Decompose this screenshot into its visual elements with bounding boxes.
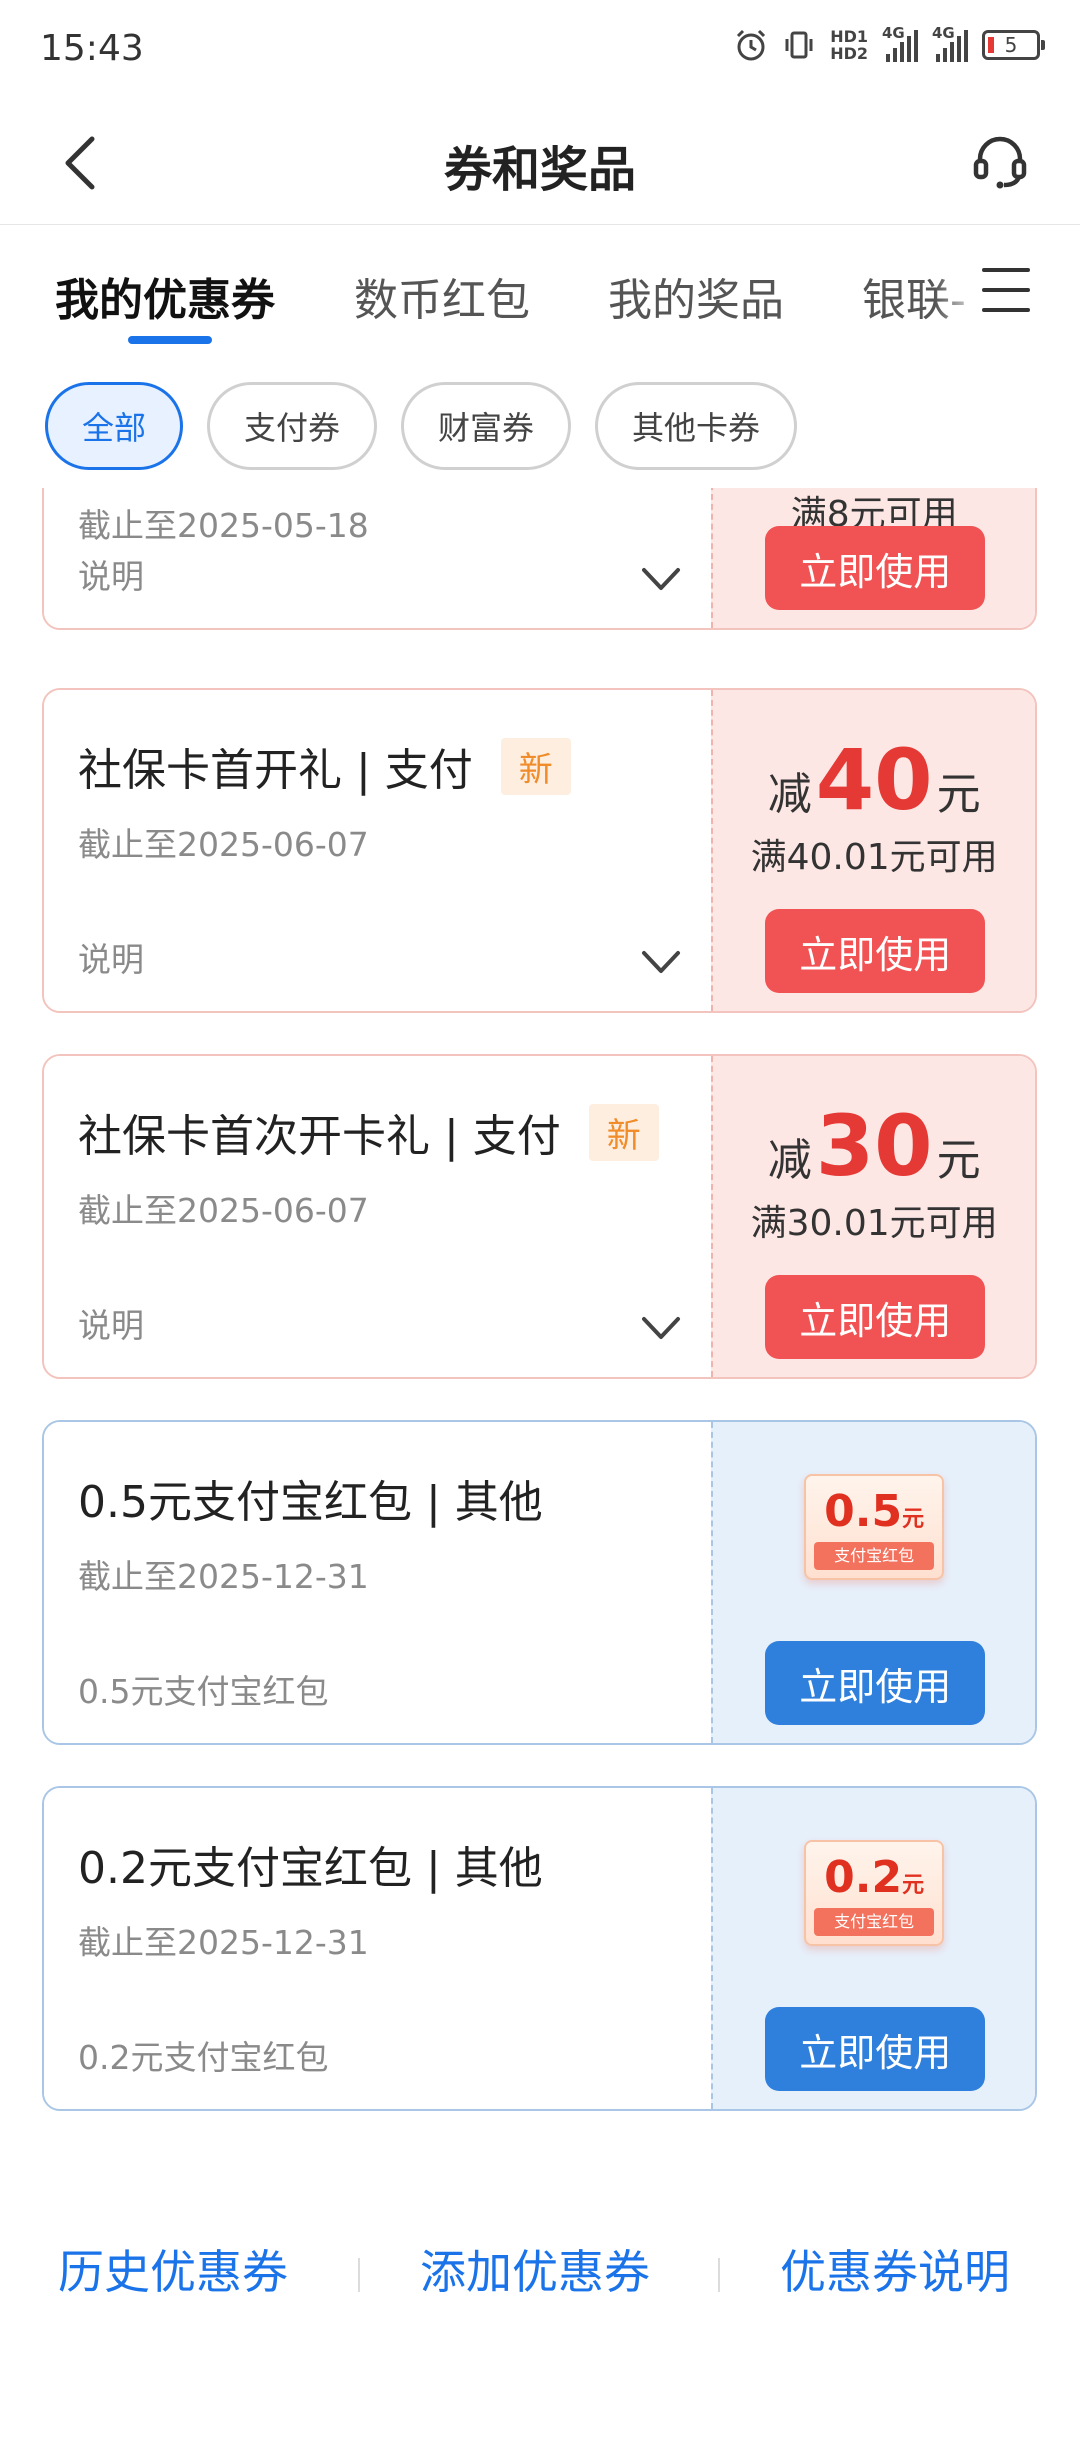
add-coupon-link[interactable]: 添加优惠券 [420, 2236, 650, 2302]
coupon-info: 0.2元支付宝红包 | 其他 截止至2025-12-31 0.2元支付宝红包 [44, 1788, 712, 2109]
chevron-down-icon[interactable] [641, 947, 681, 977]
history-coupons-link[interactable]: 历史优惠券 [58, 2236, 288, 2302]
coupon-amount: 减 40 元 [767, 731, 981, 829]
coupon-deadline: 截止至2025-06-07 [78, 1191, 369, 1230]
red-packet-icon: 0.2元 支付宝红包 [804, 1840, 945, 1946]
hd-icon: HD1 HD2 [830, 27, 868, 63]
footer-divider [718, 2258, 720, 2292]
chevron-down-icon[interactable] [641, 1313, 681, 1343]
tab-my-prizes[interactable]: 我的奖品 [608, 264, 784, 328]
vibrate-icon [785, 31, 813, 59]
filter-wealth[interactable]: 财富券 [401, 382, 572, 470]
coupon-info: 0.5元支付宝红包 | 其他 截止至2025-12-31 0.5元支付宝红包 [44, 1422, 712, 1743]
chevron-down-icon[interactable] [641, 564, 681, 594]
alarm-icon [737, 29, 766, 61]
coupon-condition: 满30.01元可用 [750, 1203, 998, 1244]
filter-other-cards[interactable]: 其他卡券 [595, 382, 798, 470]
coupon-description: 0.2元支付宝红包 [78, 2038, 329, 2077]
coupon-title: 0.5元支付宝红包 | 其他 [78, 1477, 543, 1528]
footer-divider [358, 2258, 360, 2292]
footer-links: 历史优惠券 添加优惠券 优惠券说明 [0, 2220, 1080, 2310]
signal-icon: 4G [932, 24, 968, 62]
coupon-title: 社保卡首开礼 | 支付 新 [78, 734, 571, 798]
page-title: 券和奖品 [443, 142, 636, 198]
coupon-card: 0.5元支付宝红包 | 其他 截止至2025-12-31 0.5元支付宝红包 0… [42, 1420, 1037, 1745]
coupon-deadline: 截止至2025-12-31 [78, 1923, 369, 1962]
coupon-deadline: 截止至2025-12-31 [78, 1557, 369, 1596]
coupon-card: 截止至2025-05-18 说明 满8元可用 立即使用 [42, 488, 1037, 630]
filter-chips: 全部 支付券 财富券 其他卡券 [45, 382, 798, 470]
coupon-action: 减 40 元 满40.01元可用 立即使用 [711, 690, 1035, 1011]
coupon-description: 说明 [78, 1306, 144, 1345]
red-packet-icon: 0.5元 支付宝红包 [804, 1474, 945, 1580]
customer-service-button[interactable] [965, 126, 1035, 196]
use-now-button[interactable]: 立即使用 [765, 2007, 986, 2091]
coupon-card: 0.2元支付宝红包 | 其他 截止至2025-12-31 0.2元支付宝红包 0… [42, 1786, 1037, 2111]
battery-icon: 5 [982, 30, 1045, 60]
filter-payment[interactable]: 支付券 [207, 382, 378, 470]
coupon-description: 说明 [78, 940, 144, 979]
tab-active-indicator [128, 336, 212, 344]
filter-all[interactable]: 全部 [45, 382, 184, 470]
coupon-info: 社保卡首次开卡礼 | 支付 新 截止至2025-06-07 说明 [44, 1056, 712, 1377]
headset-icon [973, 136, 1027, 189]
coupon-deadline: 截止至2025-05-18 [78, 506, 369, 545]
coupon-info: 截止至2025-05-18 说明 [44, 488, 712, 628]
coupon-action: 0.2元 支付宝红包 立即使用 [711, 1788, 1035, 2109]
coupon-description: 说明 [78, 557, 144, 596]
coupon-action: 0.5元 支付宝红包 立即使用 [711, 1422, 1035, 1743]
coupon-help-link[interactable]: 优惠券说明 [780, 2236, 1010, 2302]
coupon-info: 社保卡首开礼 | 支付 新 截止至2025-06-07 说明 [44, 690, 712, 1011]
coupon-title: 社保卡首次开卡礼 | 支付 新 [78, 1100, 659, 1164]
tab-my-coupons[interactable]: 我的优惠券 [55, 264, 275, 328]
tab-digital-red-packets[interactable]: 数币红包 [354, 264, 530, 328]
coupon-amount: 减 30 元 [767, 1097, 981, 1195]
status-time: 15:43 [40, 28, 144, 69]
coupon-card: 社保卡首开礼 | 支付 新 截止至2025-06-07 说明 减 40 元 满4… [42, 688, 1037, 1013]
coupon-action: 减 30 元 满30.01元可用 立即使用 [711, 1056, 1035, 1377]
coupon-list: 截止至2025-05-18 说明 满8元可用 立即使用 社保卡首开礼 | 支付 … [0, 488, 1080, 2118]
coupon-deadline: 截止至2025-06-07 [78, 825, 369, 864]
battery-level: 5 [1004, 33, 1018, 57]
coupon-condition: 满40.01元可用 [750, 837, 998, 878]
status-icons: HD1 HD2 4G 4G 5 [734, 24, 1045, 63]
new-badge: 新 [588, 1103, 659, 1161]
signal-icon: 4G [882, 24, 918, 62]
coupon-card: 社保卡首次开卡礼 | 支付 新 截止至2025-06-07 说明 减 30 元 … [42, 1054, 1037, 1379]
use-now-button[interactable]: 立即使用 [765, 1641, 986, 1725]
header: 券和奖品 [0, 100, 1080, 225]
new-badge: 新 [500, 737, 571, 795]
tab-bar: 我的优惠券 数币红包 我的奖品 银联- [0, 226, 1080, 356]
coupon-action: 满8元可用 立即使用 [711, 488, 1035, 628]
use-now-button[interactable]: 立即使用 [765, 1275, 986, 1359]
status-bar: 15:43 HD1 HD2 4G 4G 5 [0, 0, 1080, 100]
coupon-description: 0.5元支付宝红包 [78, 1672, 329, 1711]
use-now-button[interactable]: 立即使用 [765, 526, 986, 610]
coupon-title: 0.2元支付宝红包 | 其他 [78, 1843, 543, 1894]
menu-icon[interactable] [978, 262, 1034, 318]
use-now-button[interactable]: 立即使用 [765, 909, 986, 993]
